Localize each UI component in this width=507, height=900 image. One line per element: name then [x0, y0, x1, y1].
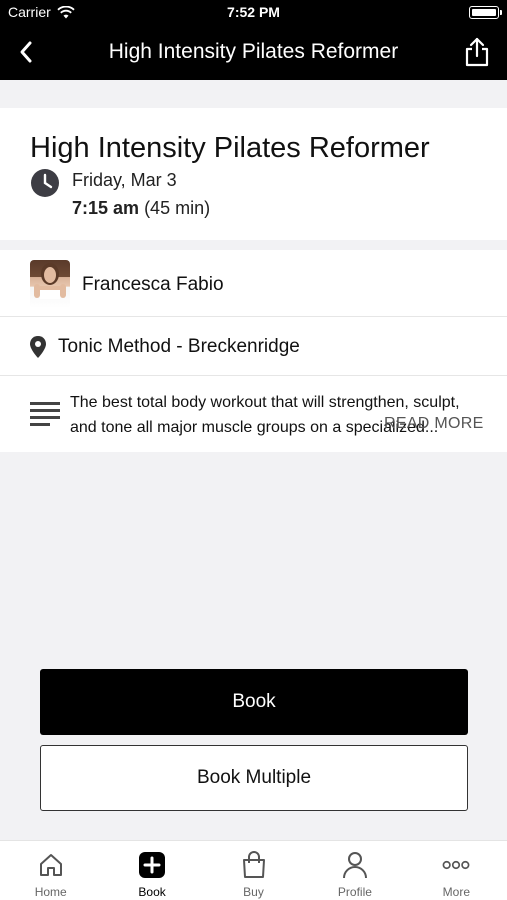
- tab-bar: Home Book Buy Profile More: [0, 840, 507, 900]
- location-row[interactable]: Tonic Method - Breckenridge: [0, 317, 507, 376]
- tab-label-more: More: [442, 885, 470, 899]
- home-icon: [37, 851, 65, 879]
- book-multiple-button[interactable]: Book Multiple: [40, 745, 468, 811]
- more-dots-icon: [442, 851, 470, 879]
- navigation-bar: High Intensity Pilates Reformer: [0, 24, 507, 80]
- class-date: Friday, Mar 3: [72, 170, 177, 190]
- class-title: High Intensity Pilates Reformer: [30, 132, 430, 164]
- instructor-name: Francesca Fabio: [82, 274, 224, 295]
- location-pin-icon: [30, 336, 46, 358]
- read-more-link[interactable]: READ MORE: [384, 415, 484, 433]
- shopping-bag-icon: [240, 851, 268, 879]
- share-button[interactable]: [461, 36, 493, 68]
- status-time: 7:52 PM: [227, 4, 280, 20]
- instructor-row[interactable]: Francesca Fabio: [0, 250, 507, 317]
- class-start-time: 7:15 am: [72, 198, 140, 218]
- class-details-card: Francesca Fabio Tonic Method - Breckenri…: [0, 250, 507, 452]
- instructor-avatar: [30, 260, 70, 308]
- location-name: Tonic Method - Breckenridge: [58, 336, 300, 357]
- nav-title: High Intensity Pilates Reformer: [108, 40, 399, 63]
- clock-icon: [31, 169, 59, 197]
- tab-label-buy: Buy: [243, 885, 264, 899]
- tab-book[interactable]: Book: [101, 841, 202, 900]
- book-button[interactable]: Book: [40, 669, 468, 735]
- back-button[interactable]: [12, 38, 40, 66]
- person-icon: [341, 851, 369, 879]
- plus-square-icon: [138, 851, 166, 879]
- tab-label-profile: Profile: [337, 885, 372, 899]
- share-icon: [465, 37, 489, 67]
- class-duration: (45 min): [144, 198, 211, 218]
- chevron-left-icon: [20, 41, 32, 63]
- description-line-1: The best total body workout that will st…: [70, 394, 460, 411]
- class-time: 7:15 am (45 min): [72, 198, 210, 219]
- tab-home[interactable]: Home: [0, 841, 101, 900]
- description-row: The best total body workout that will st…: [0, 376, 507, 452]
- tab-label-home: Home: [34, 885, 67, 899]
- tab-label-book: Book: [138, 885, 166, 899]
- tab-profile[interactable]: Profile: [304, 841, 405, 900]
- status-bar: Carrier 7:52 PM: [0, 0, 507, 24]
- tab-more[interactable]: More: [406, 841, 507, 900]
- battery-icon: [469, 6, 502, 19]
- tab-buy[interactable]: Buy: [203, 841, 304, 900]
- class-header-card: High Intensity Pilates Reformer Friday, …: [0, 108, 507, 240]
- description-icon: [30, 402, 60, 426]
